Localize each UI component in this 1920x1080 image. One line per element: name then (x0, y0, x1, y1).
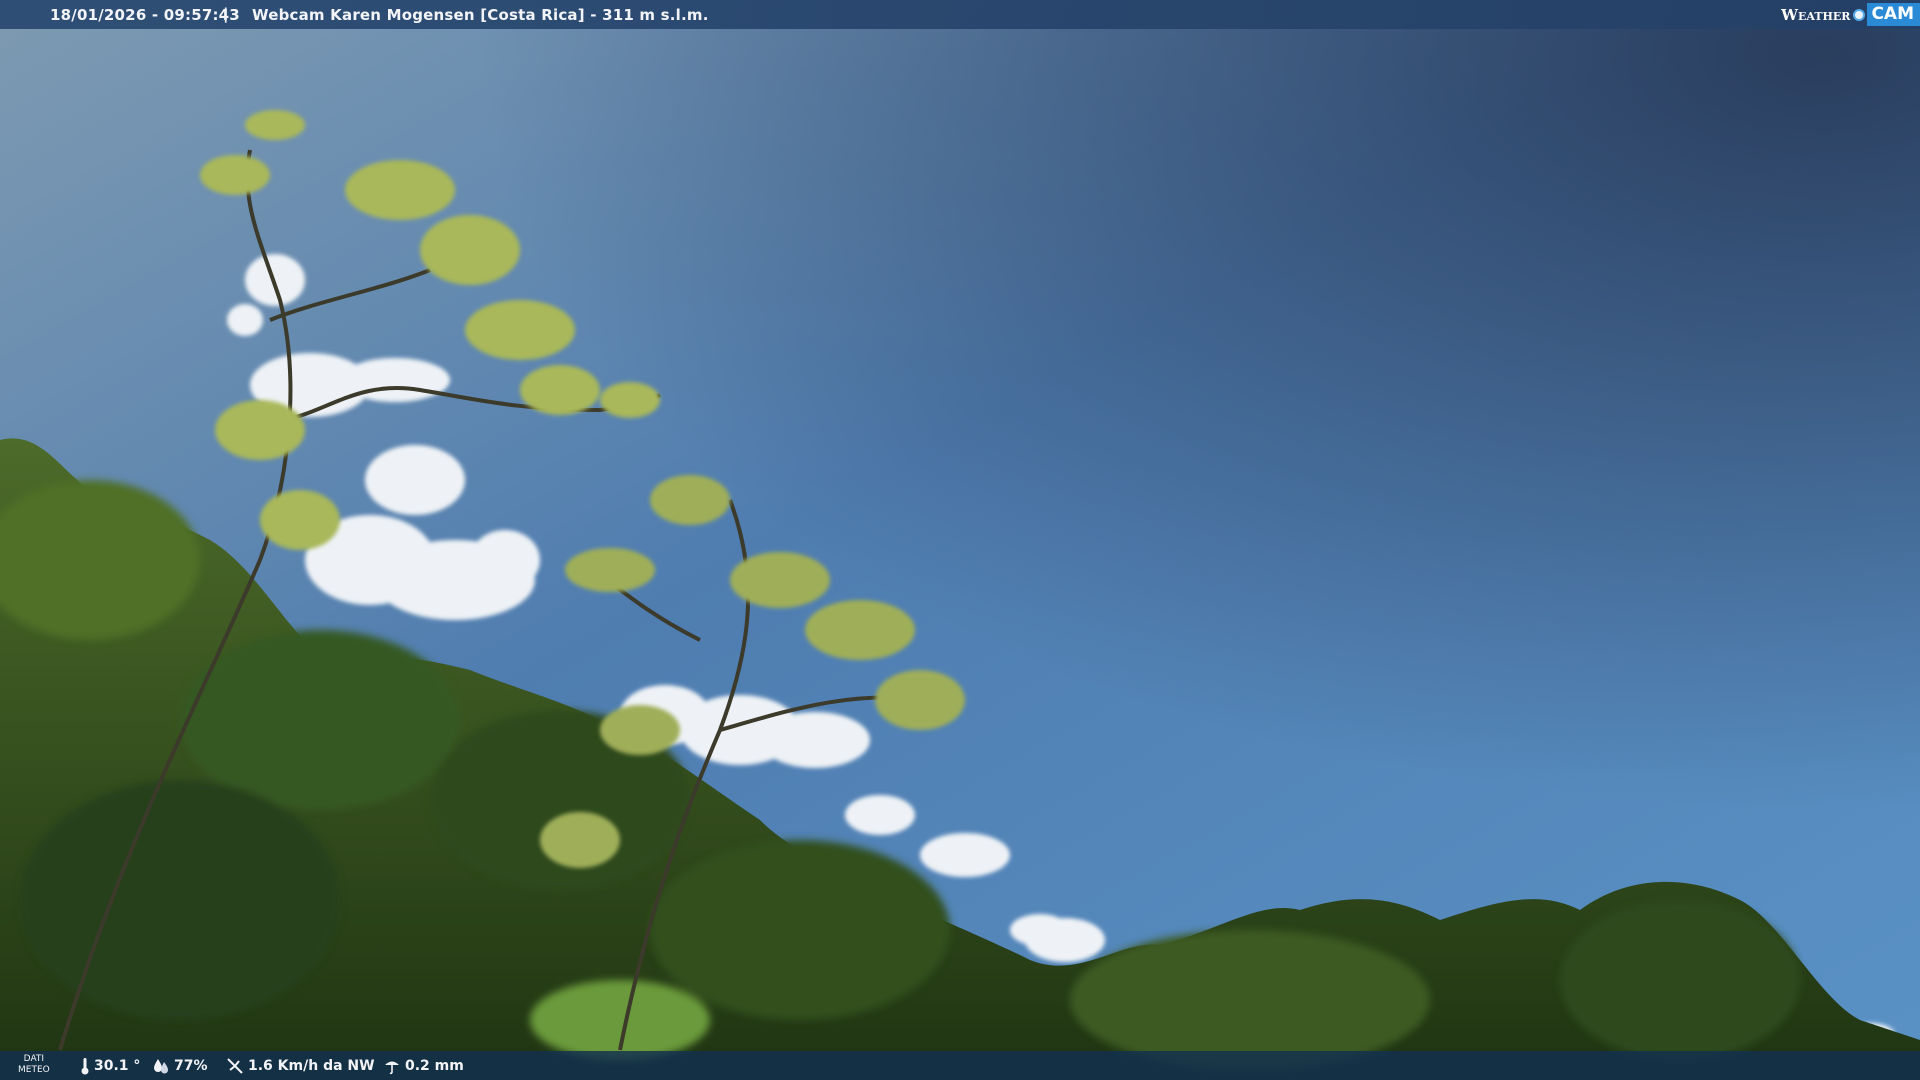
wind-icon (227, 1058, 243, 1074)
rain-value: 0.2 mm (405, 1058, 464, 1074)
separator: | (223, 5, 229, 23)
webcam-title: Webcam Karen Mogensen [Costa Rica] - 311… (252, 6, 709, 24)
wind-value: 1.6 Km/h da NW (248, 1058, 375, 1074)
wind-reading: 1.6 Km/h da NW (226, 1057, 375, 1075)
weather-data-bar: DATI METEO 30.1 ° 77% 1.6 Km/h da NW 0.2… (0, 1051, 1920, 1080)
thermometer-icon (81, 1058, 89, 1075)
humidity-icon (154, 1059, 168, 1074)
brand-cam: CAM (1867, 3, 1920, 26)
timestamp: 18/01/2026 - 09:57:43 (50, 6, 240, 24)
webcam-scene (0, 0, 1920, 1080)
humidity-value: 77% (174, 1058, 208, 1074)
rain-reading: 0.2 mm (383, 1057, 464, 1075)
top-info-bar: 18/01/2026 - 09:57:43 | Webcam Karen Mog… (0, 0, 1920, 29)
brand-logo: Weather CAM (1781, 0, 1920, 29)
webcam-eye-icon (1853, 8, 1866, 21)
dati-meteo-label: DATI METEO (18, 1054, 50, 1075)
temperature-value: 30.1 ° (94, 1058, 141, 1074)
humidity-reading: 77% (152, 1057, 208, 1075)
rain-icon (385, 1061, 399, 1075)
temperature-reading: 30.1 ° (80, 1057, 140, 1075)
brand-weather: Weather (1781, 5, 1851, 24)
